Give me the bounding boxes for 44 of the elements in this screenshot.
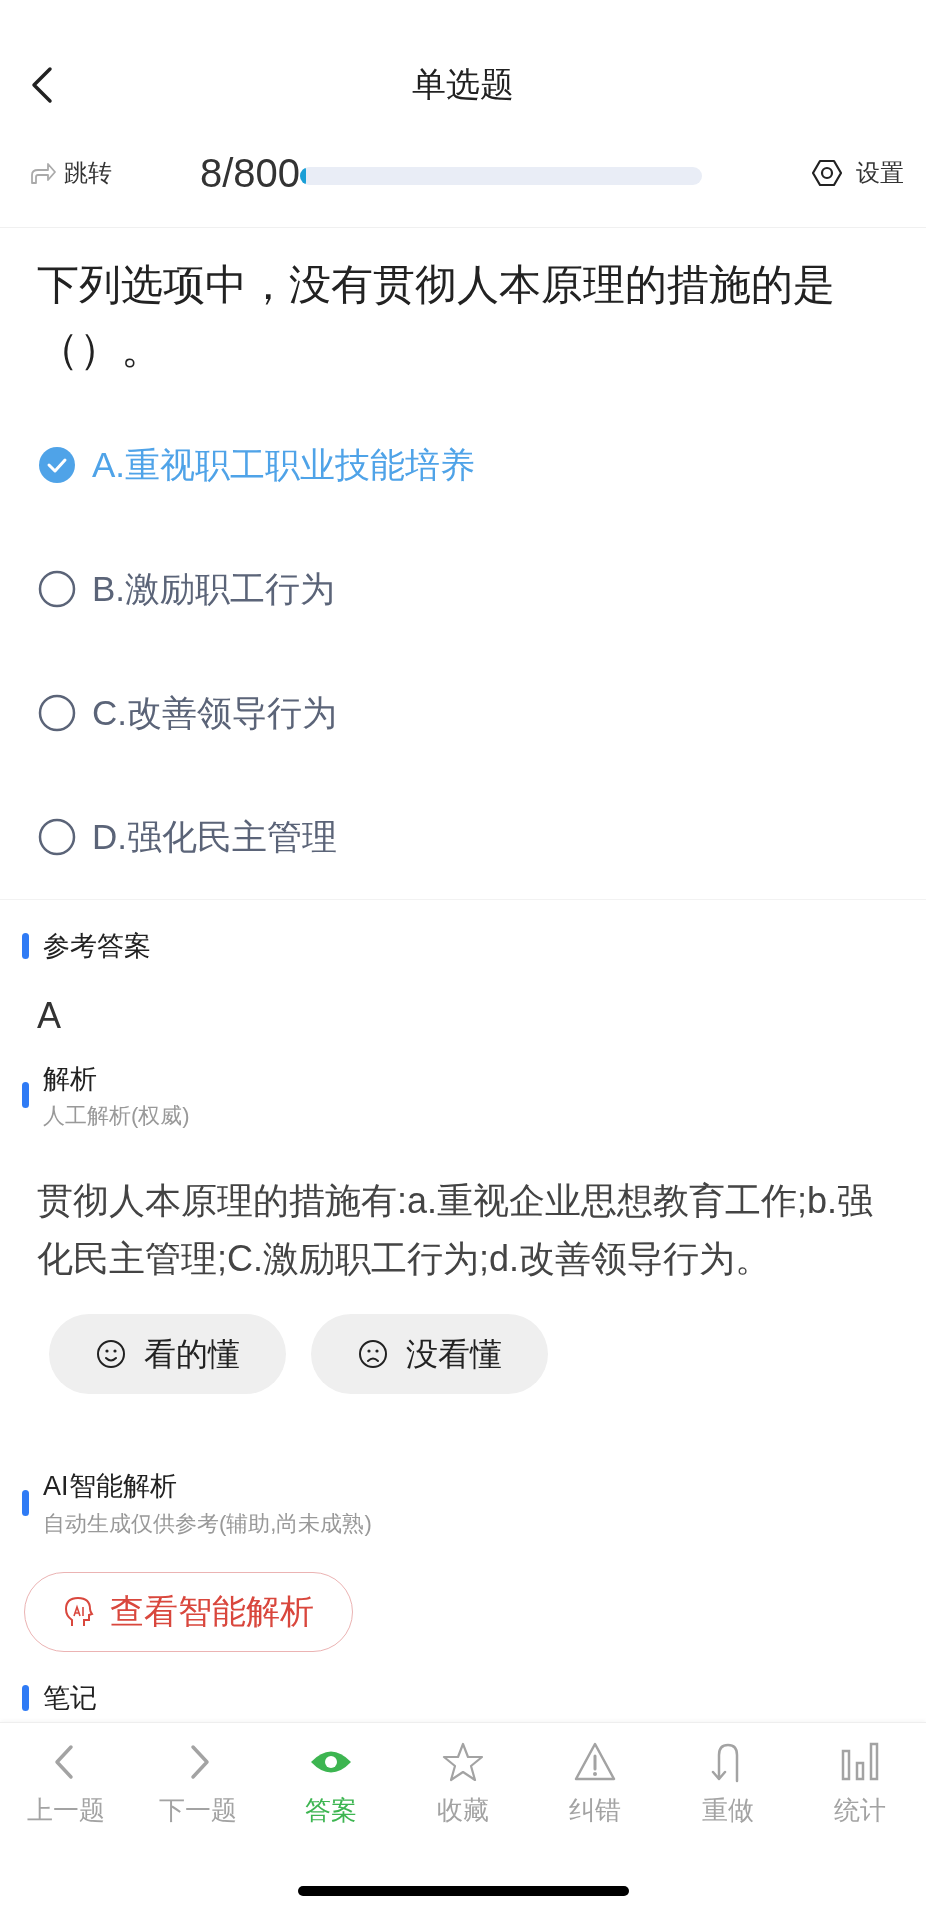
section-title: 笔记 — [43, 1681, 97, 1715]
frown-icon — [357, 1339, 388, 1369]
nav-tab[interactable]: 重做 — [661, 1741, 794, 1830]
progress-count: 8/800 — [200, 149, 301, 197]
warning-icon — [574, 1741, 617, 1783]
answer-value: A — [36, 993, 62, 1038]
nav-tab[interactable]: 上一题 — [0, 1741, 133, 1830]
ai-head-icon — [63, 1595, 94, 1628]
radio-icon — [38, 694, 76, 732]
smile-icon — [95, 1339, 126, 1369]
nav-tab[interactable]: 下一题 — [132, 1741, 265, 1830]
section-title: 解析 — [43, 1062, 98, 1096]
section-marker — [22, 1489, 29, 1516]
nav-tab[interactable]: 答案 — [264, 1741, 397, 1830]
answer-option[interactable]: A.重视职工职业技能培养 — [0, 403, 926, 527]
star-icon — [442, 1741, 484, 1783]
section-title: 参考答案 — [43, 930, 151, 963]
section-subtitle: 自动生成仅供参考(辅助,尚未成熟) — [43, 1509, 372, 1538]
answer-option[interactable]: D.强化民主管理 — [0, 775, 926, 899]
share-arrow-icon — [30, 160, 56, 185]
section-subtitle: 人工解析(权威) — [43, 1102, 190, 1130]
answer-option[interactable]: C.改善领导行为 — [0, 651, 926, 775]
section-marker — [22, 1684, 29, 1711]
ai-analysis-button[interactable]: 查看智能解析 — [24, 1571, 353, 1652]
section-marker — [22, 933, 29, 960]
answer-option[interactable]: B.激励职工行为 — [0, 527, 926, 651]
question-text: 下列选项中，没有贯彻人本原理的措施的是（）。 — [36, 260, 836, 374]
jump-button[interactable]: 跳转 — [30, 154, 200, 191]
feedback-button[interactable]: 看的懂 — [49, 1314, 286, 1394]
page-title: 单选题 — [412, 64, 514, 105]
feedback-button[interactable]: 没看懂 — [311, 1314, 548, 1394]
back-button[interactable] — [30, 66, 54, 104]
settings-icon — [812, 157, 842, 188]
radio-icon — [38, 818, 76, 856]
analysis-text: 贯彻人本原理的措施有:a.重视企业思想教育工作;b.强化民主管理;C.激励职工行为;d.改善领导行为。 — [36, 1179, 875, 1281]
nav-tab[interactable]: 统计 — [793, 1741, 926, 1830]
nav-tab[interactable]: 纠错 — [529, 1741, 662, 1830]
settings-button[interactable]: 设置 — [812, 154, 904, 191]
section-marker — [22, 1082, 29, 1109]
back-icon — [30, 66, 54, 104]
check-circle-icon — [38, 446, 76, 484]
radio-icon — [38, 570, 76, 608]
nav-tab[interactable]: 收藏 — [396, 1741, 530, 1830]
section-title: AI智能解析 — [43, 1470, 178, 1503]
